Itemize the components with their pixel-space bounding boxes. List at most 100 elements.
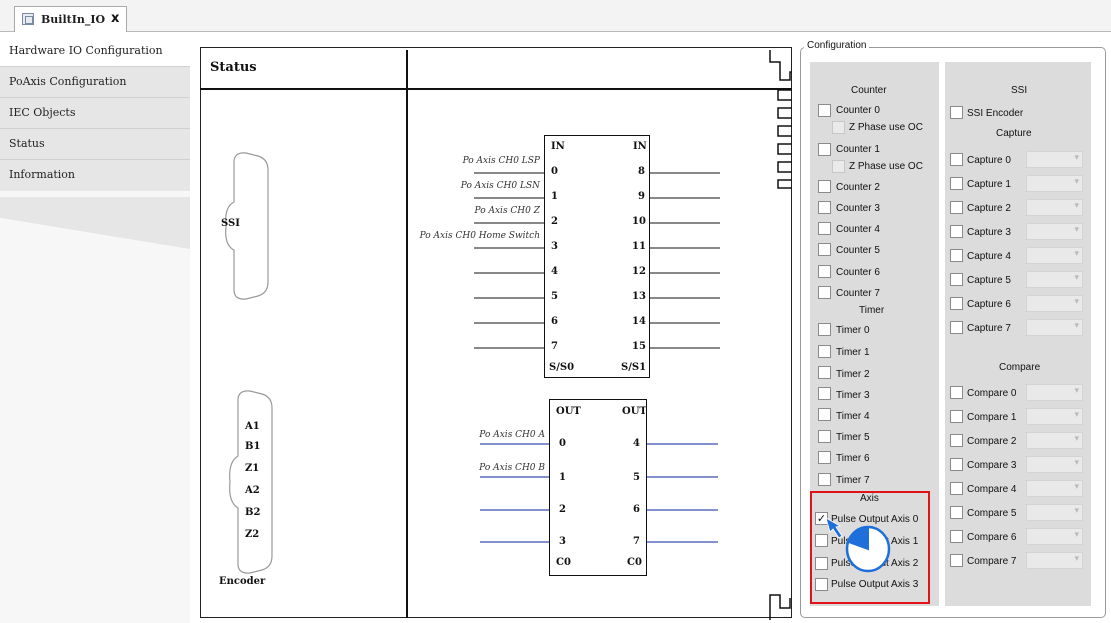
counter-3-checkbox[interactable] xyxy=(818,201,831,214)
capture-0-checkbox[interactable] xyxy=(950,153,963,166)
counter-5-checkbox[interactable] xyxy=(818,243,831,256)
counter-label: Counter 7 xyxy=(836,288,880,299)
capture-5-dropdown[interactable] xyxy=(1026,271,1083,288)
compare-6-checkbox[interactable] xyxy=(950,530,963,543)
pulse-axis-3-checkbox[interactable] xyxy=(815,578,828,591)
compare-3-dropdown[interactable] xyxy=(1026,456,1083,473)
mouse-click-icon xyxy=(825,517,891,573)
capture-4-checkbox[interactable] xyxy=(950,249,963,262)
z-phase-label: Z Phase use OC xyxy=(849,122,923,133)
compare-label: Compare 0 xyxy=(967,388,1017,399)
in-footer: S/S0 xyxy=(549,362,575,373)
compare-label: Compare 4 xyxy=(967,484,1017,495)
divider xyxy=(200,88,792,90)
capture-label: Capture 3 xyxy=(967,227,1011,238)
timer-6-checkbox[interactable] xyxy=(818,451,831,464)
capture-label: Capture 5 xyxy=(967,275,1011,286)
counter-6-checkbox[interactable] xyxy=(818,265,831,278)
capture-0-dropdown[interactable] xyxy=(1026,151,1083,168)
capture-2-checkbox[interactable] xyxy=(950,201,963,214)
compare-5-checkbox[interactable] xyxy=(950,506,963,519)
timer-1-checkbox[interactable] xyxy=(818,345,831,358)
counter-label: Counter 6 xyxy=(836,267,880,278)
compare-label: Compare 5 xyxy=(967,508,1017,519)
compare-7-checkbox[interactable] xyxy=(950,554,963,567)
signal-label: Po Axis CH0 Home Switch xyxy=(419,231,540,241)
ssi-header: SSI xyxy=(1011,85,1028,96)
compare-7-dropdown[interactable] xyxy=(1026,552,1083,569)
sidebar: Hardware IO Configuration PoAxis Configu… xyxy=(0,36,190,623)
signal-label: Po Axis CH0 A xyxy=(479,430,545,440)
capture-4-dropdown[interactable] xyxy=(1026,247,1083,264)
capture-7-dropdown[interactable] xyxy=(1026,319,1083,336)
axis-header: Axis xyxy=(860,493,879,504)
compare-1-dropdown[interactable] xyxy=(1026,408,1083,425)
counter-4-checkbox[interactable] xyxy=(818,222,831,235)
timer-5-checkbox[interactable] xyxy=(818,430,831,443)
compare-0-checkbox[interactable] xyxy=(950,386,963,399)
sidebar-item-hardware-io[interactable]: Hardware IO Configuration xyxy=(0,36,190,67)
tab-builtin-io[interactable]: BuiltIn_IO x xyxy=(14,6,127,32)
tab-label: BuiltIn_IO xyxy=(41,13,106,26)
encoder-label: Encoder xyxy=(219,576,266,587)
encoder-connector xyxy=(229,390,273,574)
z-phase-checkbox[interactable] xyxy=(832,160,845,173)
ssi-label: SSI xyxy=(221,218,240,229)
device-icon xyxy=(22,13,34,25)
ssi-encoder-checkbox[interactable] xyxy=(950,106,963,119)
compare-3-checkbox[interactable] xyxy=(950,458,963,471)
counter-7-checkbox[interactable] xyxy=(818,286,831,299)
sidebar-item-label: PoAxis Configuration xyxy=(9,75,127,88)
capture-1-checkbox[interactable] xyxy=(950,177,963,190)
compare-4-dropdown[interactable] xyxy=(1026,480,1083,497)
capture-label: Capture 1 xyxy=(967,179,1011,190)
timer-7-checkbox[interactable] xyxy=(818,473,831,486)
z-phase-checkbox[interactable] xyxy=(832,121,845,134)
compare-4-checkbox[interactable] xyxy=(950,482,963,495)
capture-7-checkbox[interactable] xyxy=(950,321,963,334)
timer-label: Timer 0 xyxy=(836,325,870,336)
output-wires xyxy=(480,443,718,543)
timer-0-checkbox[interactable] xyxy=(818,323,831,336)
counter-0-checkbox[interactable] xyxy=(818,104,831,117)
compare-label: Compare 3 xyxy=(967,460,1017,471)
sidebar-item-poaxis[interactable]: PoAxis Configuration xyxy=(0,67,190,98)
compare-2-checkbox[interactable] xyxy=(950,434,963,447)
timer-label: Timer 6 xyxy=(836,453,870,464)
timer-2-checkbox[interactable] xyxy=(818,366,831,379)
sidebar-item-iec-objects[interactable]: IEC Objects xyxy=(0,98,190,129)
capture-3-dropdown[interactable] xyxy=(1026,223,1083,240)
timer-label: Timer 1 xyxy=(836,347,870,358)
compare-label: Compare 2 xyxy=(967,436,1017,447)
in-header: IN xyxy=(633,141,647,152)
out-footer: C0 xyxy=(556,557,571,568)
compare-6-dropdown[interactable] xyxy=(1026,528,1083,545)
capture-1-dropdown[interactable] xyxy=(1026,175,1083,192)
compare-label: Compare 6 xyxy=(967,532,1017,543)
close-icon[interactable]: x xyxy=(111,11,119,26)
capture-6-checkbox[interactable] xyxy=(950,297,963,310)
counter-label: Counter 4 xyxy=(836,224,880,235)
status-title: Status xyxy=(210,60,257,75)
compare-1-checkbox[interactable] xyxy=(950,410,963,423)
timer-label: Timer 4 xyxy=(836,411,870,422)
divider xyxy=(406,50,408,618)
capture-2-dropdown[interactable] xyxy=(1026,199,1083,216)
timer-4-checkbox[interactable] xyxy=(818,408,831,421)
compare-5-dropdown[interactable] xyxy=(1026,504,1083,521)
compare-0-dropdown[interactable] xyxy=(1026,384,1083,401)
compare-2-dropdown[interactable] xyxy=(1026,432,1083,449)
sidebar-item-information[interactable]: Information xyxy=(0,160,190,191)
counter-2-checkbox[interactable] xyxy=(818,180,831,193)
sidebar-item-status[interactable]: Status xyxy=(0,129,190,160)
capture-6-dropdown[interactable] xyxy=(1026,295,1083,312)
z-phase-label: Z Phase use OC xyxy=(849,161,923,172)
encoder-pin: A2 xyxy=(245,485,260,496)
timer-label: Timer 3 xyxy=(836,390,870,401)
capture-5-checkbox[interactable] xyxy=(950,273,963,286)
counter-1-checkbox[interactable] xyxy=(818,143,831,156)
capture-3-checkbox[interactable] xyxy=(950,225,963,238)
signal-label: Po Axis CH0 Z xyxy=(474,206,540,216)
timer-3-checkbox[interactable] xyxy=(818,387,831,400)
capture-label: Capture 4 xyxy=(967,251,1011,262)
